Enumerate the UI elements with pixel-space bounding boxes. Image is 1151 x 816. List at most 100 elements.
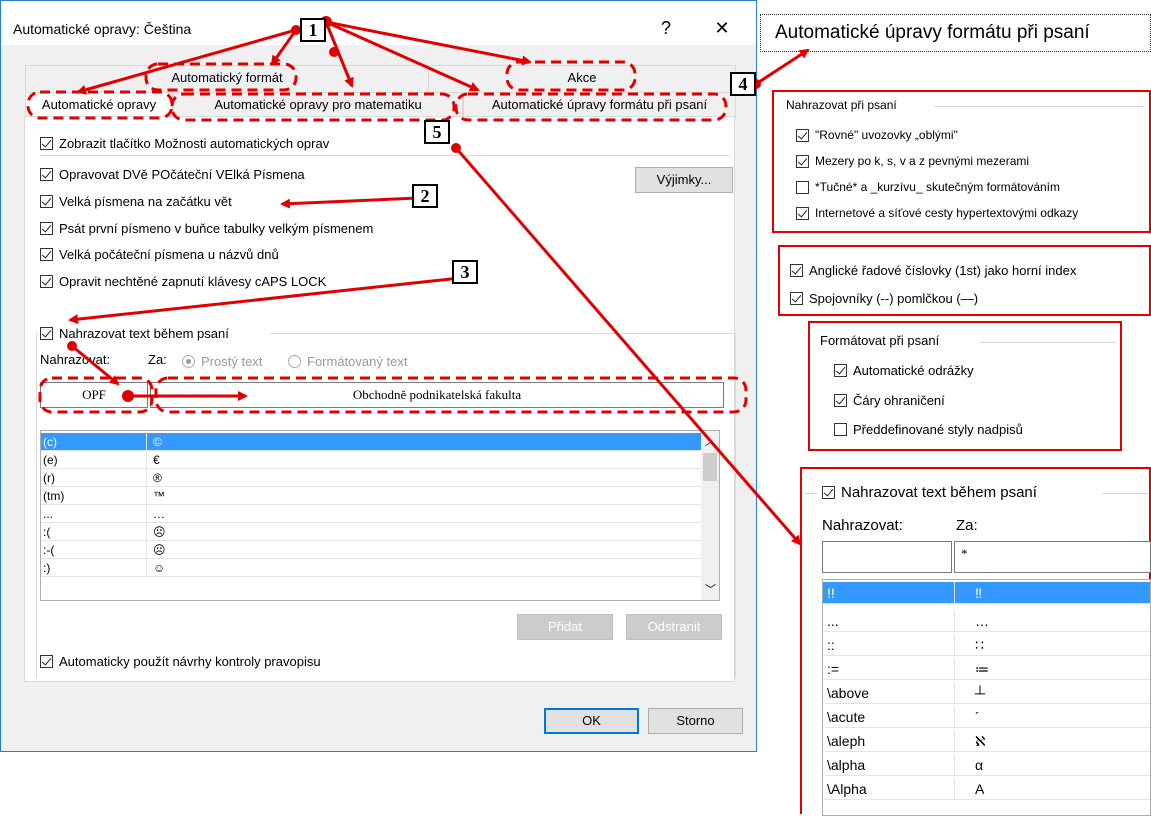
math-replace-input[interactable] xyxy=(822,541,952,573)
hyphens-checkbox[interactable]: Spojovníky (--) pomlčkou (—) xyxy=(790,289,978,307)
list-item[interactable]: (c) © xyxy=(41,433,701,451)
close-icon[interactable]: ✕ xyxy=(707,15,737,41)
group-label: Formátovat při psaní xyxy=(820,333,940,348)
tab-autoformat[interactable]: Automatický formát xyxy=(25,65,429,91)
group-line xyxy=(1102,493,1148,494)
list-item[interactable]: \acute ´ xyxy=(823,706,1150,728)
list-key: ... xyxy=(43,505,147,523)
group-line xyxy=(804,493,818,494)
annotation-label-1: 1 xyxy=(300,18,326,42)
bold-italic-checkbox[interactable]: *Tučné* a _kurzívu_ skutečným formátován… xyxy=(796,178,1060,196)
tab-actions[interactable]: Akce xyxy=(428,65,736,91)
checkbox-box[interactable] xyxy=(40,167,53,181)
checkbox-box[interactable] xyxy=(790,291,803,305)
hyperlinks-checkbox[interactable]: Internetové a síťové cesty hypertextovým… xyxy=(796,204,1078,222)
list-item[interactable]: := ≔ xyxy=(823,658,1150,680)
checkbox-box[interactable] xyxy=(40,326,53,340)
list-item[interactable]: !! ‼ xyxy=(823,582,1150,604)
checkbox-box[interactable] xyxy=(40,221,53,235)
list-item[interactable]: \aleph ℵ xyxy=(823,730,1150,752)
cancel-button[interactable]: Storno xyxy=(648,708,743,734)
tab-autocorrect[interactable]: Automatické opravy xyxy=(25,92,173,118)
list-item[interactable]: ...… xyxy=(41,505,701,523)
list-item[interactable]: \above ┴ xyxy=(823,682,1150,704)
list-item[interactable]: (tm) ™ xyxy=(41,487,701,505)
radio-circle[interactable] xyxy=(182,354,195,368)
two-initial-capitals-checkbox[interactable]: Opravovat DVě POčáteční VElká Písmena xyxy=(40,165,305,183)
checkbox-label: Opravovat DVě POčáteční VElká Písmena xyxy=(59,166,305,182)
scroll-up-icon[interactable]: ︿ xyxy=(705,433,716,449)
checkbox-box[interactable] xyxy=(822,485,835,499)
ordinals-checkbox[interactable]: Anglické řadové číslovky (1st) jako horn… xyxy=(790,261,1076,279)
math-list[interactable]: !! ‼ ... … :: ∷ := ≔ \above ┴ \acute ´ \aleph ℵ… xyxy=(822,579,1151,816)
list-item[interactable]: ...… xyxy=(823,610,1150,632)
auto-bullets-checkbox[interactable]: Automatické odrážky xyxy=(834,361,974,379)
list-key: (e) xyxy=(43,451,147,469)
checkbox-box[interactable] xyxy=(40,194,53,208)
list-item[interactable]: :: ∷ xyxy=(823,634,1150,656)
ok-button[interactable]: OK xyxy=(544,708,639,734)
caps-lock-checkbox[interactable]: Opravit nechtěné zapnutí klávesy cAPS LO… xyxy=(40,272,326,290)
tab-autoformat-as-you-type[interactable]: Automatické úpravy formátu při psaní xyxy=(463,92,736,118)
heading-styles-checkbox[interactable]: Předdefinované styly nadpisů xyxy=(834,420,1023,438)
scroll-down-icon[interactable]: ﹀ xyxy=(705,581,716,597)
list-value: ☹ xyxy=(153,543,166,557)
list-item[interactable]: :) ☺ xyxy=(41,559,701,577)
replace-text-checkbox[interactable]: Nahrazovat text během psaní xyxy=(40,324,229,342)
checkbox-box[interactable] xyxy=(796,154,809,168)
checkbox-box[interactable] xyxy=(40,136,53,150)
replace-input[interactable]: OPF xyxy=(40,382,148,408)
show-autocorrect-options-checkbox[interactable]: Zobrazit tlačítko Možnosti automatických… xyxy=(40,134,329,152)
group-line xyxy=(270,333,735,334)
straight-quotes-checkbox[interactable]: "Rovné" uvozovky „oblými" xyxy=(796,126,958,144)
tab-math-autocorrect[interactable]: Automatické opravy pro matematiku xyxy=(173,92,463,118)
autocorrect-list[interactable]: (c) © (e) € (r) ® (tm) ™ ... … :(☹ :-(☹ :) ☺ ︿… xyxy=(40,430,720,601)
checkbox-box[interactable] xyxy=(40,274,53,288)
checkbox-box[interactable] xyxy=(796,206,809,220)
checkbox-box[interactable] xyxy=(790,263,803,277)
checkbox-box[interactable] xyxy=(796,180,809,194)
remove-button[interactable]: Odstranit xyxy=(626,614,722,640)
spellcheck-suggestions-checkbox[interactable]: Automaticky použít návrhy kontroly pravo… xyxy=(40,652,321,670)
capitalize-days-checkbox[interactable]: Velká počáteční písmena u názvů dnů xyxy=(40,245,279,263)
math-with-input[interactable]: * xyxy=(954,541,1151,573)
formatted-text-radio[interactable]: Formátovaný text xyxy=(288,352,407,370)
list-item[interactable]: \Alpha A xyxy=(823,778,1150,800)
replace-label: Nahrazovat: xyxy=(40,352,111,367)
exceptions-button[interactable]: Výjimky... xyxy=(635,167,733,193)
list-item[interactable]: :(☹ xyxy=(41,523,701,541)
group-left-border xyxy=(36,333,37,678)
radio-circle[interactable] xyxy=(288,354,301,368)
list-item[interactable]: (r) ® xyxy=(41,469,701,487)
with-input[interactable]: Obchodně podnikatelská fakulta xyxy=(150,382,724,408)
add-button[interactable]: Přidat xyxy=(517,614,613,640)
list-value: ℵ xyxy=(975,733,986,749)
capitalize-table-cells-checkbox[interactable]: Psát první písmeno v buňce tabulky velký… xyxy=(40,219,373,237)
checkbox-box[interactable] xyxy=(834,363,847,377)
crop-ordinals: Anglické řadové číslovky (1st) jako horn… xyxy=(778,245,1151,316)
list-value: ´ xyxy=(975,709,980,725)
math-replace-checkbox[interactable]: Nahrazovat text během psaní xyxy=(822,483,1037,501)
list-item[interactable]: :-(☹ xyxy=(41,541,701,559)
group-line xyxy=(980,342,1116,343)
list-scrollbar[interactable]: ︿ ﹀ xyxy=(701,431,719,600)
scroll-thumb[interactable] xyxy=(703,453,717,481)
plain-text-radio[interactable]: Prostý text xyxy=(182,352,262,370)
help-button[interactable]: ? xyxy=(651,15,681,41)
list-key: !! xyxy=(827,582,955,604)
checkbox-box[interactable] xyxy=(796,128,809,142)
checkbox-box[interactable] xyxy=(40,654,53,668)
checkbox-box[interactable] xyxy=(834,422,847,436)
with-label: Za: xyxy=(148,352,167,367)
list-item[interactable]: \alpha α xyxy=(823,754,1150,776)
list-key: (r) xyxy=(43,469,147,487)
tab-actions-label: Akce xyxy=(567,70,597,85)
tab-math-label: Automatické opravy pro matematiku xyxy=(214,97,422,112)
checkbox-box[interactable] xyxy=(834,393,847,407)
nonbreaking-spaces-checkbox[interactable]: Mezery po k, s, v a z pevnými mezerami xyxy=(796,152,1029,170)
list-value: ™ xyxy=(153,489,165,503)
list-item[interactable]: (e) € xyxy=(41,451,701,469)
checkbox-box[interactable] xyxy=(40,247,53,261)
border-lines-checkbox[interactable]: Čáry ohraničení xyxy=(834,391,945,409)
capitalize-sentences-checkbox[interactable]: Velká písmena na začátku vět xyxy=(40,192,232,210)
